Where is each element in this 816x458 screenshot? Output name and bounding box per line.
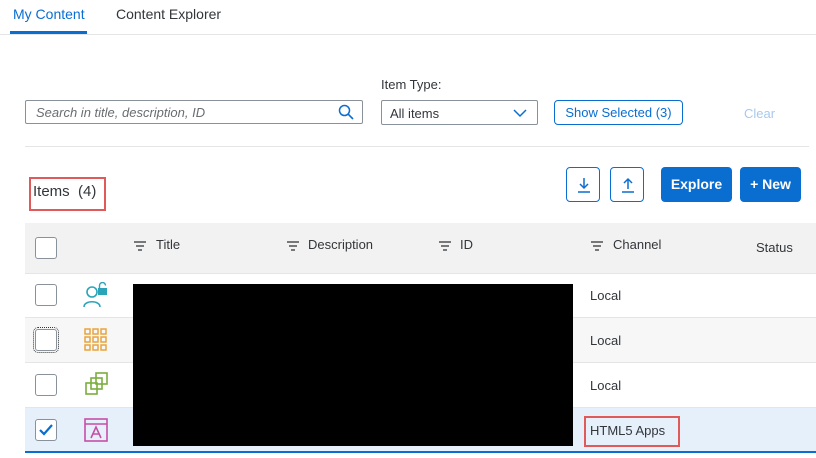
upload-button[interactable]: [610, 167, 644, 202]
show-selected-button[interactable]: Show Selected (3): [554, 100, 683, 125]
chevron-down-icon: [513, 109, 527, 118]
row-checkbox[interactable]: [35, 419, 57, 441]
grid-icon: [84, 328, 107, 351]
checkmark-icon: [39, 424, 53, 436]
active-tab-indicator: [10, 31, 87, 34]
row-checkbox[interactable]: [35, 374, 57, 396]
explore-button[interactable]: Explore: [661, 167, 732, 202]
redacted-region: [133, 284, 573, 446]
download-button[interactable]: [566, 167, 600, 202]
row-checkbox[interactable]: [33, 327, 59, 353]
download-icon: [578, 178, 590, 193]
tab-bar: My Content Content Explorer: [0, 0, 816, 35]
item-type-select[interactable]: All items: [381, 100, 538, 125]
column-id[interactable]: ID: [460, 237, 473, 252]
clear-button[interactable]: Clear: [744, 106, 775, 121]
row-checkbox[interactable]: [35, 284, 57, 306]
channel-cell: Local: [590, 378, 622, 393]
select-all-checkbox[interactable]: [35, 237, 57, 259]
channel-cell: Local: [590, 333, 622, 348]
search-icon[interactable]: [338, 104, 354, 120]
items-title-highlight: [29, 177, 106, 211]
sort-icon[interactable]: [133, 240, 147, 252]
channel-highlight: [584, 416, 680, 447]
tab-my-content[interactable]: My Content: [13, 6, 85, 22]
item-type-value: All items: [390, 106, 440, 121]
search-field[interactable]: [25, 100, 363, 124]
table-header: Title Description ID Channel Status: [25, 223, 816, 274]
sort-icon[interactable]: [590, 240, 604, 252]
column-title[interactable]: Title: [156, 237, 180, 252]
sort-icon[interactable]: [438, 240, 452, 252]
html5-app-icon: [84, 418, 108, 442]
upload-icon: [622, 177, 634, 193]
divider: [25, 146, 809, 147]
column-status[interactable]: Status: [756, 240, 793, 255]
copy-icon: [85, 372, 108, 395]
column-channel[interactable]: Channel: [613, 237, 661, 252]
role-icon: [83, 282, 107, 308]
sort-icon[interactable]: [286, 240, 300, 252]
new-button[interactable]: + New: [740, 167, 801, 202]
item-type-label: Item Type:: [381, 77, 442, 92]
search-input[interactable]: [26, 101, 336, 123]
column-description[interactable]: Description: [308, 237, 373, 252]
tab-content-explorer[interactable]: Content Explorer: [116, 6, 221, 22]
channel-cell: Local: [590, 288, 622, 303]
